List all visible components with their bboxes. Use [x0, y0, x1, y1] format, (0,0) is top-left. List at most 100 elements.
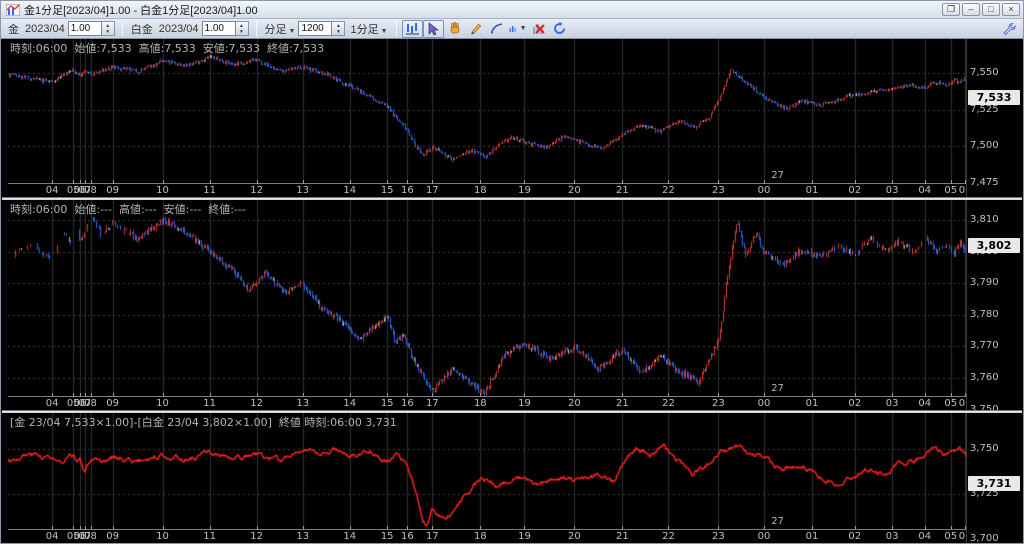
time-axis-label: 23 — [712, 185, 725, 196]
chart-stack: 時刻:06:00 始値:7,533 高値:7,533 安値:7,533 終値:7… — [2, 39, 1022, 542]
time-axis-label: 20 — [568, 185, 581, 196]
time-axis[interactable]: 0405060708091011121314151617181920212223… — [8, 529, 1022, 543]
time-axis-label: 14 — [343, 185, 356, 196]
chart-panel-spread: [金 23/04 7,533×1.00]-[白金 23/04 3,802×1.0… — [2, 413, 1022, 543]
interval-dropdown[interactable]: 1分足▼ — [350, 21, 387, 37]
time-axis[interactable]: 0405060708091011121314151617181920212223… — [8, 183, 1022, 197]
time-axis-tick — [432, 393, 433, 397]
time-axis-tick — [855, 180, 856, 184]
date-change-label: 27 — [771, 170, 784, 181]
time-axis-label: 04 — [46, 531, 59, 542]
time-axis-tick — [764, 393, 765, 397]
refresh-button[interactable] — [549, 20, 570, 38]
time-axis-tick — [91, 526, 92, 530]
time-axis-tick — [812, 526, 813, 530]
time-axis-label: 10 — [156, 531, 169, 542]
bar-count-input[interactable] — [298, 21, 332, 36]
time-axis-tick — [951, 180, 952, 184]
platinum-chart-plot[interactable] — [8, 200, 968, 396]
chart-cursor-icon — [405, 21, 420, 36]
app-chart-icon — [6, 4, 20, 16]
time-axis-label: 16 — [401, 398, 414, 409]
chevron-down-icon: ▼ — [381, 28, 388, 35]
chart-cursor-button[interactable] — [402, 20, 423, 38]
bar-count-stepper[interactable]: ▲ ▼ — [332, 21, 345, 36]
time-axis-label: 08 — [84, 531, 97, 542]
select-arrow-icon — [426, 22, 440, 36]
time-axis-tick — [668, 526, 669, 530]
time-axis-label: 00 — [758, 185, 771, 196]
spread-ohlc-readout: [金 23/04 7,533×1.00]-[白金 23/04 3,802×1.0… — [10, 414, 397, 430]
time-axis-label: 04 — [918, 185, 931, 196]
time-axis[interactable]: 0405060708091011121314151617181920212223… — [8, 396, 1022, 410]
gold-ohlc-readout: 時刻:06:00 始値:7,533 高値:7,533 安値:7,533 終値:7… — [10, 40, 324, 56]
time-axis-tick — [764, 526, 765, 530]
time-axis-label: 09 — [106, 531, 119, 542]
time-axis-label: 15 — [381, 531, 394, 542]
remove-indicator-button[interactable] — [528, 20, 549, 38]
pan-hand-icon — [447, 21, 462, 36]
gold-chart-plot[interactable] — [8, 39, 968, 183]
time-axis-tick — [925, 393, 926, 397]
time-axis-tick — [303, 526, 304, 530]
time-axis-tick — [524, 180, 525, 184]
time-axis-label: 14 — [343, 398, 356, 409]
bar-type-dropdown[interactable]: 分足▼ — [265, 21, 296, 37]
time-axis-label: 17 — [426, 185, 439, 196]
time-axis-tick — [257, 526, 258, 530]
gold-multiplier-stepper[interactable]: ▲ ▼ — [102, 21, 115, 36]
time-axis-tick — [718, 393, 719, 397]
platinum-price-axis[interactable]: 3,8103,8003,7903,7803,7703,7603,7503,802 — [966, 200, 1022, 410]
platinum-multiplier-stepper[interactable]: ▲ ▼ — [236, 21, 249, 36]
time-axis-tick — [524, 526, 525, 530]
price-axis-label: 3,700 — [970, 533, 999, 543]
time-axis-label: 21 — [616, 531, 629, 542]
time-axis-tick — [303, 393, 304, 397]
spread-chart-plot[interactable] — [8, 413, 968, 529]
time-axis-tick — [73, 393, 74, 397]
time-axis-label: 00 — [758, 531, 771, 542]
time-axis-label: 12 — [250, 531, 263, 542]
time-axis-label: 13 — [296, 398, 309, 409]
minimize-button[interactable]: – — [962, 3, 980, 16]
date-change-label: 27 — [771, 516, 784, 527]
pen-tool-button[interactable] — [486, 20, 507, 38]
time-axis-label: 23 — [712, 398, 725, 409]
pencil-tool-button[interactable] — [465, 20, 486, 38]
select-tool-button[interactable] — [423, 20, 444, 38]
indicator-menu-button[interactable]: ▼ — [507, 20, 528, 38]
close-button[interactable]: × — [1002, 3, 1020, 16]
settings-button[interactable] — [998, 20, 1019, 38]
gold-symbol-label: 金 — [8, 21, 19, 37]
time-axis-tick — [210, 393, 211, 397]
time-axis-label: 05 — [944, 531, 957, 542]
time-axis-tick — [73, 526, 74, 530]
popout-window-button[interactable]: ❐ — [942, 3, 960, 16]
gold-multiplier-input[interactable] — [68, 21, 102, 36]
time-axis-label: 03 — [886, 398, 899, 409]
time-axis-label: 17 — [426, 531, 439, 542]
maximize-button[interactable]: □ — [982, 3, 1000, 16]
time-axis-label: 22 — [662, 398, 675, 409]
spread-price-axis[interactable]: 3,7503,7253,7003,731 — [966, 413, 1022, 543]
time-axis-tick — [574, 180, 575, 184]
toolbar: 金 2023/04 ▲▼ 白金 2023/04 ▲▼ 分足▼ ▲▼ 1分足▼ — [1, 19, 1023, 39]
time-axis-tick — [951, 393, 952, 397]
gold-price-axis[interactable]: 7,5507,5257,5007,4757,533 — [966, 39, 1022, 197]
time-axis-tick — [480, 180, 481, 184]
chart-window: 金1分足[2023/04]1.00 - 白金1分足[2023/04]1.00 ❐… — [0, 0, 1024, 544]
time-axis-label: 08 — [84, 185, 97, 196]
time-axis-label: 18 — [474, 531, 487, 542]
time-axis-label: 13 — [296, 185, 309, 196]
time-axis-label: 20 — [568, 398, 581, 409]
time-axis-tick — [718, 180, 719, 184]
platinum-multiplier-input[interactable] — [202, 21, 236, 36]
time-axis-label: 12 — [250, 398, 263, 409]
time-axis-label: 16 — [401, 185, 414, 196]
time-axis-label: 15 — [381, 398, 394, 409]
date-change-label: 27 — [771, 383, 784, 394]
time-axis-tick — [387, 180, 388, 184]
time-axis-tick — [210, 526, 211, 530]
time-axis-tick — [52, 526, 53, 530]
pan-tool-button[interactable] — [444, 20, 465, 38]
